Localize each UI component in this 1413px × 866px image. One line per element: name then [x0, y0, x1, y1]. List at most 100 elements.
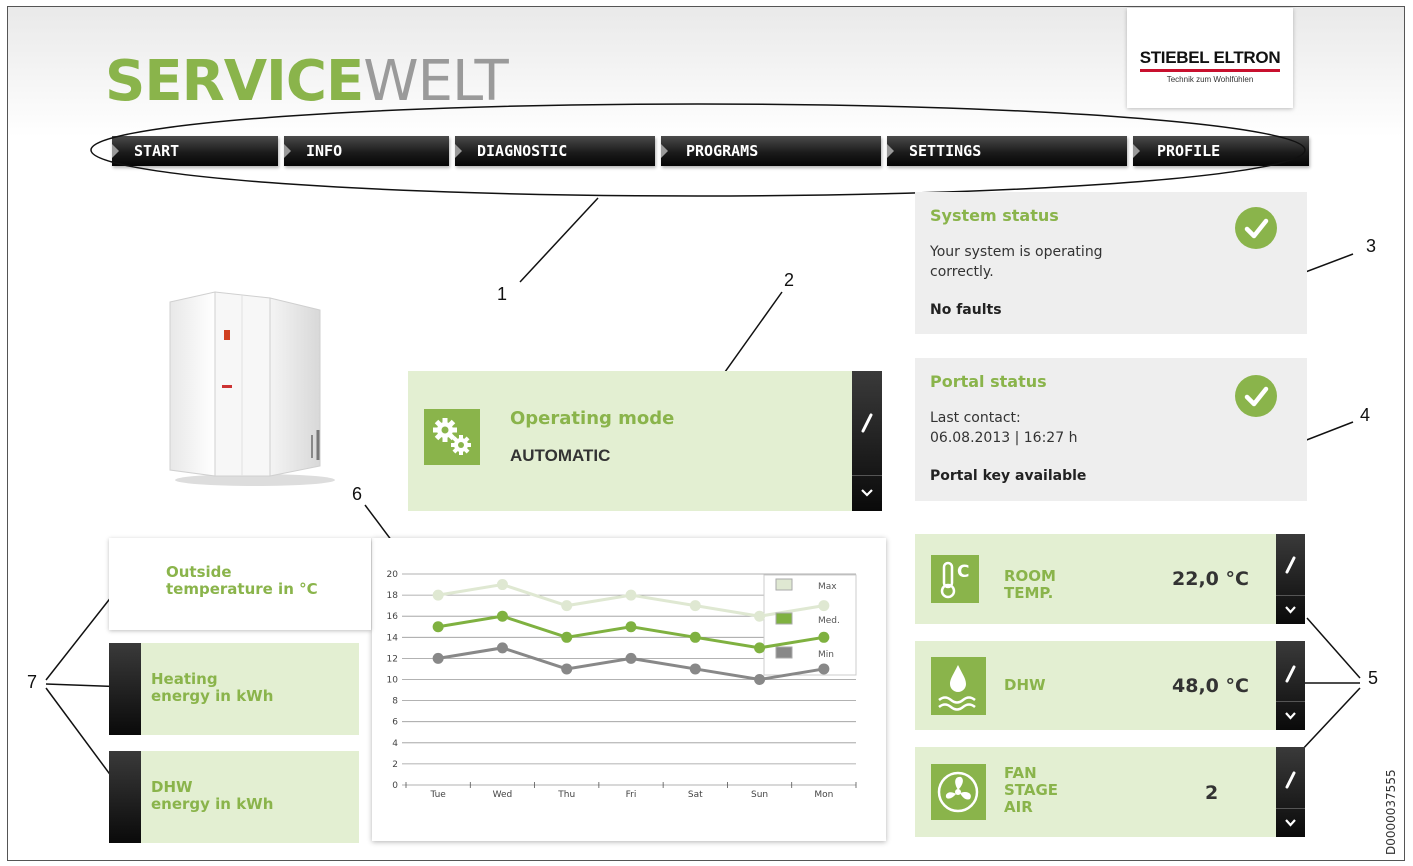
room-temp-controls	[1276, 534, 1305, 624]
x-tick-label: Thu	[557, 790, 575, 800]
data-point	[689, 631, 701, 643]
x-tick-label: Tue	[429, 790, 446, 800]
data-point	[754, 642, 766, 654]
chevron-down-icon[interactable]	[1276, 808, 1305, 838]
data-point	[818, 631, 830, 643]
system-status-text: Your system is operating correctly.	[930, 244, 1103, 280]
chevron-right-icon	[109, 751, 141, 843]
callout-4: 4	[1360, 405, 1371, 425]
category-heating-energy[interactable]: Heating energy in kWh	[109, 643, 359, 735]
operating-mode-label: Operating mode	[510, 408, 675, 429]
fan-stage-value: 2	[1205, 782, 1219, 804]
outside-temp-label: Outside temperature in °C	[166, 563, 318, 598]
dhw-value: 48,0 °C	[1172, 675, 1249, 697]
data-point	[625, 652, 637, 664]
y-tick-label: 14	[387, 633, 399, 643]
operating-mode-panel: Operating mode AUTOMATIC	[408, 371, 882, 511]
fan-stage-controls	[1276, 747, 1305, 837]
svg-text:C: C	[957, 562, 969, 582]
y-tick-label: 18	[387, 591, 399, 601]
chevron-right-icon	[109, 643, 141, 735]
portal-last-contact-value: 06.08.2013 | 16:27 h	[930, 430, 1078, 446]
category-dhw-energy[interactable]: DHW energy in kWh	[109, 751, 359, 843]
dhw-tile: DHW 48,0 °C	[915, 641, 1305, 730]
data-point	[496, 579, 508, 591]
legend-swatch	[775, 646, 793, 659]
portal-status-title: Portal status	[930, 372, 1047, 391]
fan-stage-tile: FAN STAGE AIR 2	[915, 747, 1305, 837]
dhw-label: DHW	[1004, 676, 1046, 694]
data-point	[689, 663, 701, 675]
temperature-chart: 0 2 4 6 8 10 12 14 16 18 20 Tue Wed Thu Fri Sat Sun Mon Ma…	[387, 570, 857, 800]
heat-pump-image	[169, 291, 335, 486]
x-tick-label: Sun	[751, 790, 768, 800]
callout-1: 1	[497, 284, 508, 304]
legend-label: Max	[818, 582, 837, 592]
y-tick-label: 12	[387, 654, 398, 664]
edit-pencil-icon[interactable]	[1276, 534, 1305, 594]
document-id: D0000037555	[1384, 769, 1398, 855]
legend-label: Min	[818, 650, 834, 660]
data-point	[818, 663, 830, 675]
callout-5: 5	[1368, 668, 1379, 688]
y-tick-label: 16	[387, 612, 399, 622]
dhw-energy-label: DHW energy in kWh	[151, 778, 274, 813]
x-tick-label: Sat	[688, 790, 703, 800]
legend-swatch	[775, 612, 793, 625]
data-point	[818, 600, 830, 612]
callout-7: 7	[27, 672, 38, 692]
water-drop-icon	[931, 657, 986, 715]
data-point	[432, 621, 444, 633]
data-point	[754, 610, 766, 622]
data-point	[754, 674, 766, 685]
x-tick-label: Mon	[814, 790, 833, 800]
room-temp-value: 22,0 °C	[1172, 568, 1249, 590]
callout-6: 6	[352, 484, 363, 504]
y-tick-label: 2	[392, 760, 398, 770]
y-tick-label: 10	[387, 676, 399, 686]
operating-mode-value: AUTOMATIC	[510, 446, 611, 465]
data-point	[625, 621, 637, 633]
data-point	[432, 589, 444, 601]
heating-energy-label: Heating energy in kWh	[151, 670, 274, 705]
data-point	[496, 610, 508, 622]
callout-2: 2	[784, 270, 795, 290]
y-tick-label: 0	[392, 781, 398, 791]
data-point	[689, 600, 701, 612]
chevron-down-icon[interactable]	[1276, 595, 1305, 625]
portal-last-contact-label: Last contact:	[930, 410, 1021, 426]
edit-pencil-icon[interactable]	[1276, 641, 1305, 700]
data-point	[432, 652, 444, 664]
room-temp-tile: C ROOM TEMP. 22,0 °C	[915, 534, 1305, 624]
edit-pencil-icon[interactable]	[1276, 747, 1305, 807]
operating-mode-controls	[852, 371, 882, 511]
room-temp-label: ROOM TEMP.	[1004, 567, 1056, 602]
temperature-chart-panel: 0 2 4 6 8 10 12 14 16 18 20 Tue Wed Thu Fri Sat Sun Mon Ma…	[372, 538, 886, 841]
gears-icon	[424, 409, 480, 465]
fan-icon	[931, 764, 986, 820]
chevron-down-icon[interactable]	[1276, 701, 1305, 731]
data-point	[625, 589, 637, 601]
system-status-title: System status	[930, 206, 1059, 225]
check-icon	[1235, 207, 1277, 249]
y-tick-label: 20	[387, 570, 399, 580]
check-icon	[1235, 375, 1277, 417]
x-tick-label: Fri	[626, 790, 637, 800]
category-outside-temp[interactable]: Outside temperature in °C	[109, 538, 371, 630]
x-tick-label: Wed	[493, 790, 513, 800]
system-status-faults: No faults	[930, 302, 1002, 318]
edit-pencil-icon[interactable]	[852, 371, 882, 474]
data-point	[561, 600, 573, 612]
portal-key-status: Portal key available	[930, 468, 1087, 484]
y-tick-label: 8	[392, 697, 398, 707]
legend-swatch	[775, 578, 793, 591]
data-point	[561, 663, 573, 675]
thermometer-celsius-icon: C	[931, 555, 979, 603]
chevron-down-icon[interactable]	[852, 475, 882, 512]
dhw-controls	[1276, 641, 1305, 730]
y-tick-label: 4	[392, 739, 398, 749]
fan-stage-label: FAN STAGE AIR	[1004, 764, 1059, 816]
callout-3: 3	[1366, 236, 1377, 256]
system-status-panel: System status Your system is operating c…	[915, 192, 1307, 334]
data-point	[561, 631, 573, 643]
